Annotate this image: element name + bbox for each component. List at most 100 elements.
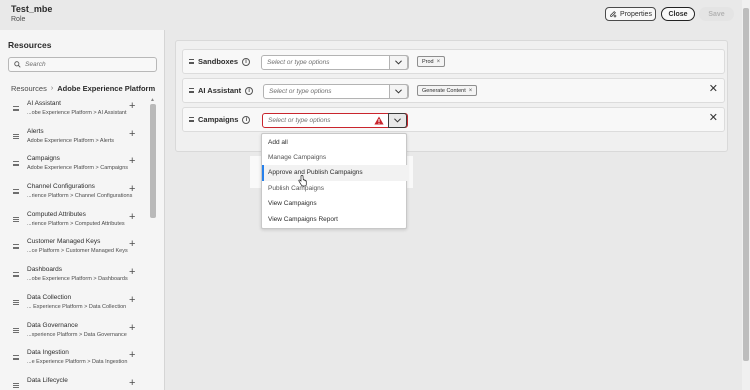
chevron-down-icon[interactable]	[389, 55, 408, 70]
resources-title: Resources	[8, 40, 52, 50]
drag-handle-icon[interactable]	[189, 88, 194, 93]
close-button[interactable]: Close	[661, 7, 695, 21]
resource-item[interactable]: Campaigns Adobe Experience Platform > Cam…	[0, 152, 150, 180]
menu-item-manage-campaigns[interactable]: Manage Campaigns	[262, 150, 408, 166]
edit-properties-icon	[610, 11, 617, 18]
drag-handle-icon[interactable]	[13, 382, 19, 388]
remove-tag-icon[interactable]: ×	[469, 88, 473, 94]
add-icon[interactable]: +	[129, 184, 135, 195]
resources-panel: Resources Search Resources › Adobe Exper…	[0, 30, 165, 390]
scrollbar-thumb[interactable]	[743, 8, 749, 361]
drag-handle-icon[interactable]	[13, 161, 19, 167]
resource-item[interactable]: Data Lifecycle +	[0, 374, 150, 390]
add-icon[interactable]: +	[129, 350, 135, 361]
warning-icon	[374, 116, 384, 125]
resource-item[interactable]: Computed Attributes ...rience Platform > …	[0, 208, 150, 236]
drag-handle-icon[interactable]	[13, 244, 19, 250]
permission-row-campaigns: Campaigns i Select or type options ✕	[182, 107, 725, 132]
resource-path: ...rience Platform > Channel Configurati…	[27, 193, 133, 200]
resource-list-scrollbar[interactable]: ▲	[149, 97, 157, 390]
search-placeholder: Search	[25, 61, 46, 68]
drag-handle-icon[interactable]	[13, 327, 19, 333]
drag-handle-icon[interactable]	[13, 189, 19, 195]
resource-path: ... Experience Platform > Data Collectio…	[27, 303, 127, 310]
permission-label-text: AI Assistant	[198, 86, 242, 95]
tag-label: Generate Content	[422, 87, 466, 94]
resource-path: ...obe Experience Platform > Dashboards	[27, 276, 128, 283]
properties-label: Properties	[620, 10, 652, 18]
resource-item[interactable]: Data Collection ... Experience Platform >…	[0, 291, 150, 319]
ai-assistant-picker[interactable]: Select or type options	[263, 84, 409, 99]
resource-item[interactable]: Alerts Adobe Experience Platform > Alerts…	[0, 125, 150, 153]
drag-handle-icon[interactable]	[13, 216, 19, 222]
chevron-down-icon[interactable]	[388, 113, 407, 128]
menu-item-add-all[interactable]: Add all	[262, 135, 408, 151]
remove-tag-icon[interactable]: ×	[437, 59, 441, 65]
drag-handle-icon[interactable]	[13, 299, 19, 305]
breadcrumb-root[interactable]: Resources	[11, 84, 47, 93]
resource-name: Data Ingestion	[27, 349, 69, 357]
scroll-up-icon[interactable]: ▲	[150, 97, 155, 103]
resource-item[interactable]: AI Assistant ...obe Experience Platform >…	[0, 97, 150, 125]
picker-placeholder: Select or type options	[269, 88, 332, 95]
drag-handle-icon[interactable]	[189, 59, 194, 64]
drag-handle-icon[interactable]	[13, 272, 19, 278]
resource-path: ...xperience Platform > Data Governance	[27, 331, 127, 338]
info-icon[interactable]: i	[242, 57, 251, 66]
resource-item[interactable]: Customer Managed Keys ...ce Platform > Cu…	[0, 235, 150, 263]
resource-name: Data Governance	[27, 321, 78, 329]
role-label: Role	[11, 16, 26, 23]
save-button[interactable]: Save	[699, 7, 734, 21]
resource-name: Campaigns	[27, 155, 60, 163]
page-scrollbar[interactable]	[742, 0, 750, 390]
resource-path: ...rience Platform > Computed Attributes	[27, 220, 125, 227]
search-icon	[14, 61, 21, 68]
permission-row-sandboxes: Sandboxes i Select or type options Prod …	[182, 49, 725, 74]
resource-item[interactable]: Data Governance ...xperience Platform > D…	[0, 319, 150, 347]
resource-name: AI Assistant	[27, 100, 61, 107]
scrollbar-thumb[interactable]	[150, 104, 156, 218]
add-icon[interactable]: +	[129, 156, 135, 167]
resource-name: Data Collection	[27, 293, 72, 301]
resource-path: Adobe Experience Platform > Alerts	[27, 137, 114, 144]
add-icon[interactable]: +	[129, 239, 135, 250]
properties-button[interactable]: Properties	[605, 7, 656, 21]
search-input[interactable]: Search	[8, 57, 157, 72]
chevron-down-icon[interactable]	[389, 84, 408, 99]
resource-name: Channel Configurations	[27, 183, 95, 191]
menu-item-view-campaigns-report[interactable]: View Campaigns Report	[262, 212, 408, 228]
permission-label: Campaigns i	[198, 115, 251, 124]
hand-pointer-icon	[298, 175, 307, 187]
resource-item[interactable]: Dashboards ...obe Experience Platform > D…	[0, 263, 150, 291]
menu-item-view-campaigns[interactable]: View Campaigns	[262, 196, 408, 212]
add-icon[interactable]: +	[129, 294, 135, 306]
permission-label: Sandboxes i	[198, 57, 251, 66]
resource-item[interactable]: Data Ingestion ...e Experience Platform >…	[0, 346, 150, 374]
remove-row-icon[interactable]: ✕	[709, 113, 718, 124]
add-icon[interactable]: +	[129, 128, 135, 140]
drag-handle-icon[interactable]	[189, 117, 194, 122]
remove-row-icon[interactable]: ✕	[709, 84, 718, 95]
permission-row-ai-assistant: AI Assistant i Select or type options Ge…	[182, 78, 725, 103]
info-icon[interactable]: i	[242, 115, 251, 124]
resource-name: Data Lifecycle	[27, 376, 68, 384]
menu-item-approve-publish-campaigns[interactable]: Approve and Publish Campaigns	[262, 165, 408, 181]
resource-path: Adobe Experience Platform > Campaigns	[27, 165, 129, 172]
drag-handle-icon[interactable]	[13, 106, 19, 111]
role-name: Test_mbe	[11, 4, 53, 14]
resource-name: Alerts	[27, 127, 44, 135]
info-icon[interactable]: i	[245, 86, 254, 95]
add-icon[interactable]: +	[129, 267, 135, 278]
top-bar: Test_mbe Role Properties Close Save	[0, 0, 742, 30]
drag-handle-icon[interactable]	[13, 133, 19, 139]
resource-item[interactable]: Channel Configurations ...rience Platform…	[0, 180, 150, 208]
add-icon[interactable]: +	[129, 101, 135, 112]
add-icon[interactable]: +	[129, 377, 135, 389]
sandboxes-picker[interactable]: Select or type options	[261, 55, 409, 70]
menu-item-publish-campaigns[interactable]: Publish Campaigns	[262, 181, 408, 197]
add-icon[interactable]: +	[129, 322, 135, 334]
drag-handle-icon[interactable]	[13, 355, 19, 361]
campaigns-picker[interactable]: Select or type options	[262, 113, 408, 128]
permission-label-text: Sandboxes	[198, 57, 239, 66]
add-icon[interactable]: +	[129, 211, 135, 223]
